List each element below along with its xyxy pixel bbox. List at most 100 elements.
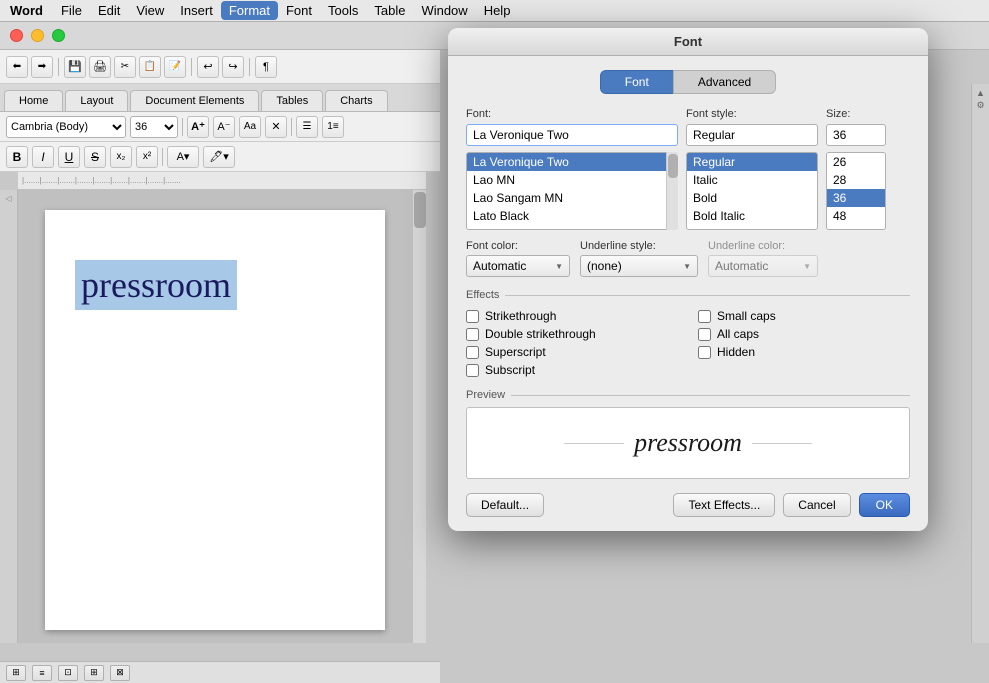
font-list-item-0[interactable]: La Veronique Two xyxy=(467,153,677,171)
bottom-btn2[interactable]: ≡ xyxy=(32,665,52,681)
list-bullet[interactable]: ☰ xyxy=(296,116,318,138)
font-name-select[interactable]: Cambria (Body) xyxy=(6,116,126,138)
size-list-item-4[interactable]: 72 xyxy=(827,225,885,230)
clear-format[interactable]: ✕ xyxy=(265,116,287,138)
small-caps-checkbox[interactable] xyxy=(698,310,711,323)
toolbar-icon-3[interactable]: ✂ xyxy=(114,56,136,78)
toolbar-icon-1[interactable]: ⬅ xyxy=(6,56,28,78)
subscript-checkbox[interactable] xyxy=(466,364,479,377)
tab-tables[interactable]: Tables xyxy=(261,90,323,111)
toolbar-icon-5[interactable]: 📝 xyxy=(164,56,186,78)
all-caps-label: All caps xyxy=(717,327,759,341)
bottom-btn4[interactable]: ⊞ xyxy=(84,665,104,681)
font-list-item-4[interactable]: Lato Black Italic xyxy=(467,225,677,230)
font-style-list[interactable]: Regular Italic Bold Bold Italic xyxy=(686,152,818,230)
menu-view[interactable]: View xyxy=(128,1,172,20)
font-size-select[interactable]: 36 xyxy=(130,116,178,138)
menu-window[interactable]: Window xyxy=(413,1,475,20)
all-caps-checkbox[interactable] xyxy=(698,328,711,341)
strikethrough-checkbox[interactable] xyxy=(466,310,479,323)
list-number[interactable]: 1≡ xyxy=(322,116,344,138)
font-list-item-3[interactable]: Lato Black xyxy=(467,207,677,225)
menu-format[interactable]: Format xyxy=(221,1,278,20)
menu-insert[interactable]: Insert xyxy=(172,1,221,20)
tab-font[interactable]: Font xyxy=(600,70,673,94)
style-list-item-0[interactable]: Regular xyxy=(687,153,817,171)
window-minimize[interactable] xyxy=(31,29,44,42)
tab-layout[interactable]: Layout xyxy=(65,90,128,111)
font-name-field[interactable] xyxy=(466,124,678,146)
superscript-checkbox-row[interactable]: Superscript xyxy=(466,345,678,359)
tab-doc-elements[interactable]: Document Elements xyxy=(130,90,259,111)
underline-style-value: (none) xyxy=(587,259,622,273)
bottom-btn1[interactable]: ⊞ xyxy=(6,665,26,681)
bottom-btn3[interactable]: ⊡ xyxy=(58,665,78,681)
cancel-button[interactable]: Cancel xyxy=(783,493,850,517)
font-case[interactable]: Aa xyxy=(239,116,261,138)
font-name-list[interactable]: La Veronique Two Lao MN Lao Sangam MN La… xyxy=(466,152,678,230)
size-list-item-2[interactable]: 36 xyxy=(827,189,885,207)
app-menu-word[interactable]: Word xyxy=(0,1,53,20)
small-caps-checkbox-row[interactable]: Small caps xyxy=(698,309,910,323)
underline-btn[interactable]: U xyxy=(58,146,80,168)
underline-style-dropdown[interactable]: (none) ▼ xyxy=(580,255,698,277)
font-color-btn[interactable]: A▾ xyxy=(167,146,199,168)
hidden-checkbox-row[interactable]: Hidden xyxy=(698,345,910,359)
menu-edit[interactable]: Edit xyxy=(90,1,128,20)
tab-advanced[interactable]: Advanced xyxy=(673,70,776,94)
highlight-btn[interactable]: 🖊▾ xyxy=(203,146,235,168)
window-maximize[interactable] xyxy=(52,29,65,42)
double-strikethrough-checkbox[interactable] xyxy=(466,328,479,341)
menu-tools[interactable]: Tools xyxy=(320,1,366,20)
menu-help[interactable]: Help xyxy=(476,1,519,20)
superscript-btn[interactable]: x² xyxy=(136,146,158,168)
style-list-item-2[interactable]: Bold xyxy=(687,189,817,207)
strikethrough-btn[interactable]: S xyxy=(84,146,106,168)
toolbar-paragraph[interactable]: ¶ xyxy=(255,56,277,78)
increase-font[interactable]: A⁺ xyxy=(187,116,209,138)
font-style-field[interactable] xyxy=(686,124,818,146)
style-list-item-1[interactable]: Italic xyxy=(687,171,817,189)
font-size-field[interactable] xyxy=(826,124,886,146)
superscript-checkbox[interactable] xyxy=(466,346,479,359)
style-list-item-3[interactable]: Bold Italic xyxy=(687,207,817,225)
font-list-item-2[interactable]: Lao Sangam MN xyxy=(467,189,677,207)
underline-color-dropdown[interactable]: Automatic ▼ xyxy=(708,255,818,277)
font-size-list[interactable]: 26 28 36 48 72 xyxy=(826,152,886,230)
default-button[interactable]: Default... xyxy=(466,493,544,517)
size-list-item-0[interactable]: 26 xyxy=(827,153,885,171)
size-list-item-3[interactable]: 48 xyxy=(827,207,885,225)
menu-file[interactable]: File xyxy=(53,1,90,20)
small-caps-label: Small caps xyxy=(717,309,776,323)
toolbar-redo[interactable]: ↪ xyxy=(222,56,244,78)
all-caps-checkbox-row[interactable]: All caps xyxy=(698,327,910,341)
window-close[interactable] xyxy=(10,29,23,42)
font-list-item-1[interactable]: Lao MN xyxy=(467,171,677,189)
decrease-font[interactable]: A⁻ xyxy=(213,116,235,138)
ok-button[interactable]: OK xyxy=(859,493,910,517)
underline-style-label: Underline style: xyxy=(580,240,698,252)
menu-font[interactable]: Font xyxy=(278,1,320,20)
font-color-dropdown[interactable]: Automatic ▼ xyxy=(466,255,570,277)
strikethrough-checkbox-row[interactable]: Strikethrough xyxy=(466,309,678,323)
toolbar-save[interactable]: 💾 xyxy=(64,56,86,78)
dialog-tabs: Font Advanced xyxy=(466,70,910,94)
double-strikethrough-checkbox-row[interactable]: Double strikethrough xyxy=(466,327,678,341)
toolbar-icon-4[interactable]: 📋 xyxy=(139,56,161,78)
toolbar-icon-2[interactable]: ➡ xyxy=(31,56,53,78)
bold-btn[interactable]: B xyxy=(6,146,28,168)
font-label: Font: xyxy=(466,108,678,120)
tab-home[interactable]: Home xyxy=(4,90,63,111)
toolbar-print[interactable]: 🖨 xyxy=(89,56,111,78)
toolbar-undo[interactable]: ↩ xyxy=(197,56,219,78)
tab-charts[interactable]: Charts xyxy=(325,90,387,111)
effects-header: Effects xyxy=(466,289,910,301)
italic-btn[interactable]: I xyxy=(32,146,54,168)
subscript-checkbox-row[interactable]: Subscript xyxy=(466,363,678,377)
subscript-btn[interactable]: x₂ xyxy=(110,146,132,168)
menu-table[interactable]: Table xyxy=(366,1,413,20)
size-list-item-1[interactable]: 28 xyxy=(827,171,885,189)
text-effects-button[interactable]: Text Effects... xyxy=(673,493,775,517)
hidden-checkbox[interactable] xyxy=(698,346,711,359)
bottom-btn5[interactable]: ⊠ xyxy=(110,665,130,681)
